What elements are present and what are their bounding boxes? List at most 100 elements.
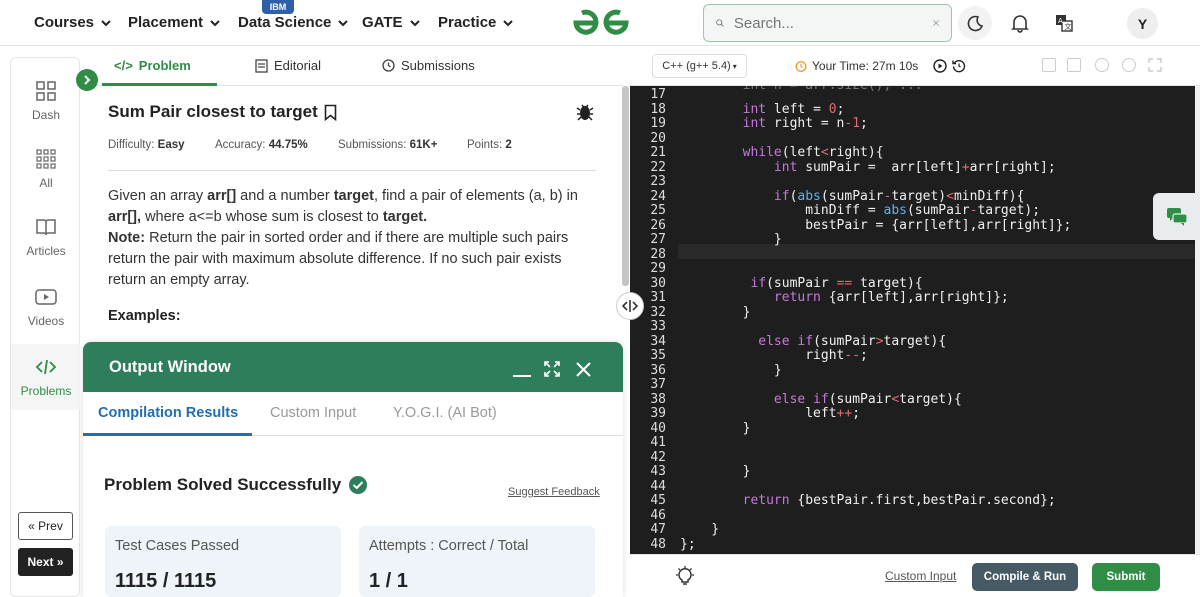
- sidebar-item-label: Problems: [20, 384, 72, 398]
- tab-problem[interactable]: </> Problem: [114, 58, 191, 73]
- code-line: if(sumPair == target){: [750, 275, 923, 291]
- tab-yogi-ai-bot[interactable]: Y.O.G.I. (AI Bot): [393, 405, 497, 421]
- line-number: 45: [650, 493, 666, 508]
- nav-data-science[interactable]: Data Science: [238, 14, 349, 31]
- line-number: 34: [650, 333, 666, 349]
- bug-report-icon[interactable]: [576, 102, 594, 122]
- active-tab-indicator: [102, 83, 217, 86]
- custom-input-link[interactable]: Custom Input: [885, 569, 956, 583]
- top-navbar: Courses Placement IBM Data Science GATE …: [0, 0, 1200, 46]
- clock-icon: [382, 59, 395, 72]
- points-info: Points: 2: [467, 139, 512, 151]
- prev-button[interactable]: « Prev: [18, 512, 73, 540]
- code-line: return {arr[left],arr[right]};: [773, 290, 1009, 305]
- search-input[interactable]: [733, 14, 933, 32]
- bookmark-icon[interactable]: [324, 104, 337, 121]
- file-icon[interactable]: [1067, 58, 1081, 72]
- code-line: if(abs(sumPair-target)<minDiff){: [773, 188, 1025, 204]
- code-line: else if(sumPair<target){: [773, 391, 962, 407]
- sidebar-item-all[interactable]: All: [11, 136, 81, 202]
- nav-placement-label: Placement: [128, 14, 204, 31]
- line-number: 17: [650, 87, 666, 102]
- settings-icon[interactable]: [1095, 58, 1109, 72]
- submit-button[interactable]: Submit: [1092, 563, 1160, 591]
- code-line: bestPair = {arr[left],arr[right]};: [680, 217, 1072, 233]
- suggest-feedback-link[interactable]: Suggest Feedback: [508, 486, 600, 498]
- code-line: }: [680, 420, 751, 436]
- gfg-logo[interactable]: [570, 8, 632, 38]
- line-number: 18: [650, 101, 666, 117]
- reset-timer-icon[interactable]: [952, 59, 966, 73]
- next-button[interactable]: Next »: [18, 548, 73, 576]
- test-cases-card: Test Cases Passed 1115 / 1115: [105, 526, 341, 597]
- code-line: }: [680, 362, 782, 378]
- tab-submissions[interactable]: Submissions: [382, 58, 475, 73]
- search-bar[interactable]: [703, 4, 952, 42]
- line-number: 20: [650, 130, 666, 146]
- play-icon[interactable]: [933, 59, 947, 73]
- problem-scrollbar[interactable]: [622, 86, 629, 286]
- theme-toggle-button[interactable]: [958, 6, 992, 40]
- output-window-header: Output Window: [83, 342, 623, 392]
- nav-placement[interactable]: Placement: [128, 14, 221, 31]
- accuracy-value: 44.75%: [268, 139, 308, 151]
- code-line: while(left<right){: [742, 145, 884, 160]
- tab-compilation-results[interactable]: Compilation Results: [98, 405, 238, 421]
- code-icon: [35, 359, 57, 375]
- sidebar-item-label: Articles: [26, 244, 66, 258]
- avatar[interactable]: Y: [1127, 8, 1158, 39]
- book-icon: [36, 219, 56, 236]
- sidebar-item-articles[interactable]: Articles: [11, 204, 81, 270]
- line-number: 41: [650, 435, 666, 450]
- chevron-down-icon: [409, 19, 420, 26]
- line-number: 37: [650, 377, 666, 392]
- panel-resize-handle[interactable]: [616, 292, 644, 320]
- problem-title: Sum Pair closest to target: [108, 102, 318, 121]
- sidebar-item-label: Videos: [27, 314, 65, 328]
- chevron-down-icon: [210, 19, 220, 26]
- sidebar-item-problems[interactable]: Problems: [11, 344, 81, 410]
- line-number: 28: [650, 246, 666, 262]
- chat-button[interactable]: [1153, 193, 1200, 240]
- output-tabs: Compilation Results Custom Input Y.O.G.I…: [83, 392, 623, 436]
- close-icon[interactable]: [576, 362, 591, 377]
- line-number: 21: [650, 145, 666, 160]
- code-line: }: [680, 304, 751, 320]
- sidebar-item-dash[interactable]: Dash: [11, 68, 81, 134]
- editor-scrollbar[interactable]: [1195, 86, 1200, 554]
- line-number: 19: [650, 116, 666, 131]
- svg-text:A: A: [1058, 17, 1063, 25]
- sidebar-item-videos[interactable]: Videos: [11, 274, 81, 340]
- code-line: else if(sumPair>target){: [758, 333, 947, 349]
- code-area[interactable]: int n = arr.size(); ... 17 18 int left =…: [630, 86, 1195, 554]
- nav-gate[interactable]: GATE: [362, 14, 421, 31]
- line-number: 46: [650, 507, 666, 523]
- minimize-icon[interactable]: [513, 364, 531, 378]
- status-message: Problem Solved Successfully: [104, 475, 368, 495]
- tab-editorial[interactable]: Editorial: [255, 58, 321, 73]
- tab-custom-input[interactable]: Custom Input: [270, 405, 356, 421]
- tab-editorial-label: Editorial: [274, 58, 321, 73]
- refresh-icon[interactable]: [1122, 58, 1136, 72]
- expand-sidebar-button[interactable]: [76, 69, 98, 91]
- output-window: Output Window Compilation Results Custom…: [83, 342, 623, 597]
- editor-toolbar: C++ (g++ 5.4) ▾ Your Time: 27m 10s: [630, 46, 1200, 86]
- expand-icon[interactable]: [1148, 58, 1162, 72]
- code-line: };: [680, 536, 696, 552]
- nav-courses[interactable]: Courses: [34, 14, 112, 31]
- clear-icon[interactable]: [933, 16, 939, 30]
- notifications-button[interactable]: [1003, 6, 1037, 40]
- compile-run-button[interactable]: Compile & Run: [972, 563, 1078, 591]
- copy-icon[interactable]: [1042, 58, 1056, 72]
- fullscreen-icon[interactable]: [544, 361, 560, 377]
- check-circle-icon: [349, 476, 368, 494]
- line-number: 24: [650, 188, 666, 204]
- line-number: 36: [650, 362, 666, 378]
- lightbulb-icon[interactable]: [674, 565, 696, 587]
- problem-description: Given an array arr[] and a number target…: [108, 188, 578, 288]
- translate-button[interactable]: A文: [1047, 6, 1081, 40]
- line-number: 25: [650, 203, 666, 218]
- nav-practice[interactable]: Practice: [438, 14, 514, 31]
- language-select[interactable]: C++ (g++ 5.4) ▾: [652, 54, 747, 78]
- line-number: 40: [650, 420, 666, 436]
